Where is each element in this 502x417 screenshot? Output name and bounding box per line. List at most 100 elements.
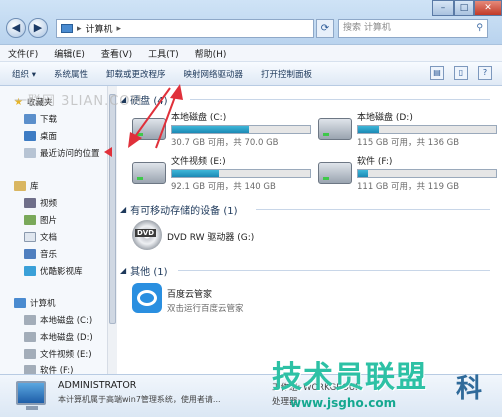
forward-button[interactable]: ▶ (28, 18, 48, 38)
baidu-cloud-tile[interactable]: 百度云管家 双击运行百度云管家 (132, 283, 244, 314)
map-network-drive-button[interactable]: 映射网络驱动器 (184, 68, 244, 80)
hard-drive-icon (24, 332, 36, 342)
annotation-pointer-icon (104, 147, 112, 157)
sidebar-label: 文件视频 (E:) (40, 350, 92, 360)
search-icon: ⚲ (476, 23, 483, 33)
sidebar-item-videos[interactable]: 视频 (24, 197, 57, 209)
sidebar-item-recent[interactable]: 最近访问的位置 (24, 147, 100, 159)
refresh-button[interactable]: ⟳ (316, 19, 334, 38)
picture-icon (24, 215, 36, 225)
sidebar-item-drive-c[interactable]: 本地磁盘 (C:) (24, 314, 92, 326)
sidebar-label: 视频 (40, 199, 58, 209)
drive-name: 软件 (F:) (357, 157, 393, 167)
usage-bar (357, 125, 497, 134)
drive-tile[interactable]: 软件 (F:) 111 GB 可用，共 119 GB (318, 154, 497, 192)
back-button[interactable]: ◀ (6, 18, 26, 38)
uninstall-program-button[interactable]: 卸载或更改程序 (106, 68, 166, 80)
baidu-cloud-icon (132, 283, 162, 313)
sidebar-item-documents[interactable]: 文档 (24, 231, 57, 243)
chevron-right-icon: ▸ (116, 23, 122, 34)
usage-bar-fill (172, 170, 219, 177)
removable-header[interactable]: ◢ 有可移动存储的设备 (1) (120, 202, 238, 217)
hard-drive-icon (318, 162, 352, 184)
drive-name: 文件视频 (E:) (171, 157, 226, 167)
section-divider (190, 99, 490, 100)
section-title: 其他 (1) (130, 267, 168, 278)
open-control-panel-button[interactable]: 打开控制面板 (261, 68, 312, 80)
computer-icon (14, 298, 26, 308)
drive-name: 本地磁盘 (D:) (357, 113, 413, 123)
search-input[interactable]: 搜索 计算机 ⚲ (338, 19, 488, 38)
sidebar-label: 本地磁盘 (C:) (40, 316, 93, 326)
help-icon[interactable]: ? (478, 66, 492, 80)
maximize-button[interactable]: □ (454, 0, 474, 16)
drive-tile[interactable]: 本地磁盘 (D:) 115 GB 可用，共 136 GB (318, 110, 497, 148)
usage-bar (357, 169, 497, 178)
monitor-stand (26, 406, 38, 410)
annotation-arrow-right (155, 84, 183, 149)
computer-name: ADMINISTRATOR (58, 380, 137, 391)
sidebar-label: 本地磁盘 (D:) (40, 333, 93, 343)
sidebar-item-music[interactable]: 音乐 (24, 248, 57, 260)
minimize-button[interactable]: – (432, 0, 454, 16)
preview-pane-icon[interactable]: ▯ (454, 66, 468, 80)
app-name: 百度云管家 (167, 290, 213, 300)
document-icon (24, 232, 36, 242)
section-divider (256, 209, 490, 210)
sidebar-item-computer[interactable]: 计算机 (14, 297, 56, 309)
youku-icon (24, 266, 36, 276)
library-icon (14, 181, 26, 191)
usage-bar (171, 169, 311, 178)
organize-button[interactable]: 组织 ▾ (12, 68, 36, 80)
change-view-icon[interactable]: ▤ (430, 66, 444, 80)
menu-view[interactable]: 查看(V) (101, 47, 132, 60)
drive-space: 115 GB 可用，共 136 GB (357, 138, 460, 148)
breadcrumb[interactable]: 计算机 (86, 22, 113, 35)
computer-icon (16, 381, 46, 405)
hard-drive-icon (24, 315, 36, 325)
title-bar: ◀ ▶ ▸ 计算机 ▸ ⟳ 搜索 计算机 ⚲ – □ ✕ (0, 0, 502, 45)
sidebar-label: 下载 (40, 115, 58, 125)
sidebar-label: 计算机 (30, 299, 56, 309)
drive-name: DVD RW 驱动器 (G:) (167, 233, 255, 243)
toolbar: 组织 ▾ 系统属性 卸载或更改程序 映射网络驱动器 打开控制面板 (0, 62, 502, 86)
close-button[interactable]: ✕ (474, 0, 502, 16)
dvd-drive-tile[interactable]: DVD DVD RW 驱动器 (G:) (132, 220, 254, 250)
sidebar-item-desktop[interactable]: 桌面 (24, 130, 57, 142)
watermark-top: 一联网 3LIAN.COM (14, 94, 143, 109)
menu-help[interactable]: 帮助(H) (195, 47, 227, 60)
sidebar-item-downloads[interactable]: 下载 (24, 113, 57, 125)
sidebar-label: 桌面 (40, 132, 58, 142)
hard-drive-icon (24, 349, 36, 359)
download-folder-icon (24, 114, 36, 124)
sidebar-item-drive-d[interactable]: 本地磁盘 (D:) (24, 331, 93, 343)
computer-icon (61, 24, 73, 33)
view-controls: ▤ ▯ ? (430, 66, 492, 80)
menu-edit[interactable]: 编辑(E) (54, 47, 85, 60)
sidebar-item-libraries[interactable]: 库 (14, 180, 39, 192)
sidebar-label: 库 (30, 182, 39, 192)
drive-tile[interactable]: 文件视频 (E:) 92.1 GB 可用，共 140 GB (132, 154, 311, 192)
watermark-logo: 技术员联盟 (272, 360, 427, 395)
system-properties-button[interactable]: 系统属性 (54, 68, 88, 80)
menu-tools[interactable]: 工具(T) (148, 47, 179, 60)
usage-bar-fill (358, 126, 379, 133)
recent-places-icon (24, 148, 36, 158)
desktop-icon (24, 131, 36, 141)
hard-drive-icon (132, 162, 166, 184)
sidebar-label: 优酷影视库 (40, 267, 83, 277)
watermark-url: www.jsgho.com (290, 396, 397, 410)
sidebar-item-pictures[interactable]: 图片 (24, 214, 57, 226)
sidebar-item-drive-e[interactable]: 文件视频 (E:) (24, 348, 92, 360)
drive-space: 92.1 GB 可用，共 140 GB (171, 182, 276, 192)
sidebar-item-youku[interactable]: 优酷影视库 (24, 265, 83, 277)
dvd-icon: DVD (132, 220, 162, 250)
collapse-icon: ◢ (120, 266, 127, 275)
chevron-right-icon: ▸ (77, 23, 82, 34)
menu-bar: 文件(F) 编辑(E) 查看(V) 工具(T) 帮助(H) (0, 45, 502, 62)
address-bar[interactable]: ▸ 计算机 ▸ (56, 19, 314, 38)
navigation-pane: ★ 收藏夹 下载 桌面 最近访问的位置 库 视频 图片 文档 音乐 优酷影视库 … (0, 86, 114, 376)
other-header[interactable]: ◢ 其他 (1) (120, 263, 168, 278)
menu-file[interactable]: 文件(F) (8, 47, 38, 60)
section-divider (178, 270, 490, 271)
